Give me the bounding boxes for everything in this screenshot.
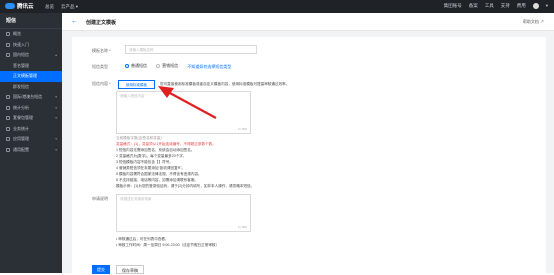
sms-type-options: 普通短信 营销短信 不知道如何选择短信类型 — [125, 63, 231, 70]
sms-type-label: 短信类型 — [92, 64, 108, 69]
sidebar-item-label: 概览 — [13, 31, 21, 37]
nav-tools[interactable]: 工具 — [485, 3, 494, 9]
page-header: ← 创建正文模板 帮助文档 ↗ — [62, 13, 554, 31]
sidebar-item-international-sms[interactable]: 国际/港澳台短信 ▾ — [0, 92, 62, 103]
brand-name: 腾讯云 — [17, 4, 34, 10]
chevron-down-icon: ▾ — [55, 95, 57, 100]
template-name-input[interactable]: 请输入模板名称 — [125, 45, 257, 54]
chevron-down-icon: ▾ — [55, 137, 57, 142]
sidebar-item-label: 快速入门 — [13, 41, 29, 47]
nav-overview[interactable]: 总览 — [45, 4, 54, 10]
message-icon — [6, 53, 10, 58]
sidebar-item-label: 群发短信 — [13, 83, 29, 89]
radio-normal-sms[interactable]: 普通短信 — [125, 63, 147, 69]
nav-products[interactable]: 云产品 ▾ — [61, 4, 78, 10]
sidebar-item-packages[interactable]: 套餐包管理 ▾ — [0, 113, 62, 124]
remark-textarea[interactable]: 请描述业务使用场景 0 / 500 — [116, 194, 251, 232]
sidebar-item-template-management[interactable]: 正文模板管理 — [0, 71, 62, 82]
nav-filing[interactable]: 备案 — [469, 3, 478, 9]
back-arrow-icon[interactable]: ← — [71, 18, 78, 25]
page-title: 创建正文模板 — [86, 20, 117, 26]
sidebar-item-signature-management[interactable]: 签名管理 — [0, 61, 62, 72]
radio-marketing-sms[interactable]: 营销短信 — [156, 63, 178, 69]
nav-support[interactable]: 支持 — [501, 3, 510, 9]
tip-work-hours: • 审核工作时间：周一至周日 9:00-23:00（法定节假日正常审核） — [116, 243, 220, 247]
sidebar-item-label: 国际/港澳台短信 — [13, 94, 43, 100]
main-content: 模板名称 * 请输入模板名称 短信类型 普通短信 营销短信 不知道如何选择短信类… — [62, 31, 554, 273]
use-standard-template-button[interactable]: 使用标准模板 — [118, 80, 155, 89]
globe-icon — [6, 95, 10, 100]
nav-group-account[interactable]: 集团账号 — [444, 3, 462, 9]
chevron-down-icon: ▾ — [55, 116, 57, 121]
sidebar-item-label: 正文模板管理 — [13, 73, 37, 79]
content-hint: 您可直接使用标准模板或者自定义模板内容，使用标准模板可提高审核通过效率。 — [160, 82, 290, 86]
stats-icon — [6, 126, 10, 131]
account-dropdown-icon[interactable]: ▾ — [546, 3, 548, 9]
sidebar-item-label: 业务统计 — [13, 125, 29, 131]
sidebar-item-label: 签名管理 — [13, 62, 29, 68]
radio-label: 营销短信 — [162, 63, 179, 68]
radio-checked-icon — [125, 64, 129, 68]
template-name-label: 模板名称 * — [92, 48, 111, 53]
chart-icon — [6, 105, 10, 110]
avatar[interactable] — [532, 3, 539, 9]
sidebar-item-domestic-sms[interactable]: 国内短信 ▴ — [0, 50, 62, 61]
sidebar-item-general-config[interactable]: 通用配置 ▾ — [0, 145, 62, 156]
sidebar-item-overview[interactable]: 概览 — [0, 29, 62, 40]
dashboard-icon — [6, 32, 10, 37]
sidebar-item-quickstart[interactable]: 快速入门 — [0, 40, 62, 51]
sidebar-item-label: 国内短信 — [13, 52, 29, 58]
settings-icon — [6, 147, 10, 152]
chevron-down-icon: ▾ — [55, 105, 57, 110]
textarea-placeholder: 请输入短信内容 — [120, 94, 145, 98]
top-navigation-bar: 腾讯云 总览 云产品 ▾ 集团账号 备案 工具 支持 费用 ▾ — [0, 0, 554, 13]
sidebar-item-bulk-sms[interactable]: 群发短信 — [0, 82, 62, 93]
cloud-logo-icon — [5, 3, 15, 9]
sidebar-item-statistics[interactable]: 统计分析 ▾ — [0, 103, 62, 114]
sms-content-label: 短信内容 * — [92, 81, 111, 86]
chevron-down-icon: ▾ — [55, 147, 57, 152]
textarea-placeholder: 请描述业务使用场景 — [120, 197, 152, 201]
app-icon — [6, 137, 10, 142]
sidebar-item-business-stats[interactable]: 业务统计 — [0, 124, 62, 135]
template-example: 模板示例：{1}为您的登录验证码，请于{2}分钟内填写，如非本人操作，请忽略本短… — [116, 184, 255, 188]
radio-label: 普通短信 — [131, 63, 147, 68]
radio-unchecked-icon — [156, 64, 161, 68]
sidebar-item-label: 套餐包管理 — [13, 115, 33, 121]
help-docs-link[interactable]: 帮助文档 ↗ — [523, 19, 544, 25]
rocket-icon — [6, 42, 10, 47]
remark-label: 申请说明 — [92, 196, 108, 201]
sidebar-item-label: 通用配置 — [13, 146, 29, 152]
sidebar-item-app-management[interactable]: 应用管理 ▾ — [0, 134, 62, 145]
char-counter: 0 / 500 — [237, 225, 247, 229]
sms-content-textarea[interactable]: 请输入短信内容 0 / 500 — [116, 91, 251, 134]
sidebar-item-label: 统计分析 — [13, 104, 29, 110]
char-counter: 0 / 500 — [237, 127, 247, 131]
package-icon — [6, 116, 10, 121]
nav-billing[interactable]: 费用 — [517, 3, 526, 9]
chevron-up-icon: ▴ — [55, 53, 57, 58]
brand-logo[interactable]: 腾讯云 — [5, 2, 34, 10]
sidebar: 短信 概览 快速入门 国内短信 ▴ 签名管理 正文模板管理 群发短信 国际/港澳台… — [0, 13, 62, 273]
sms-type-help-link[interactable]: 不知道如何选择短信类型 — [187, 64, 231, 69]
sidebar-item-label: 应用管理 — [13, 136, 29, 142]
sidebar-title: 短信 — [0, 13, 62, 29]
